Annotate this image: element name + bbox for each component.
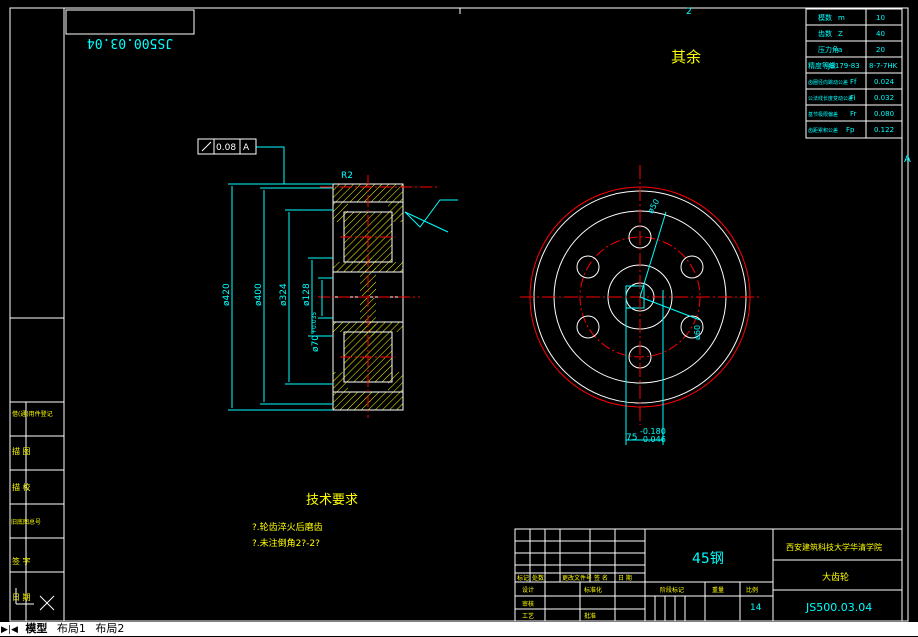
tb-date: 日 期	[618, 574, 632, 582]
tb-mark: 标记	[517, 574, 529, 582]
gear-section-view[interactable]: ø420 ø400 ø324 ø128 ø70 +0.035 R2 0.08 A	[197, 138, 458, 418]
param-value: 0.024	[874, 78, 895, 86]
tech-req-title: 技术要求	[306, 493, 358, 508]
dim-r2: R2	[341, 171, 353, 181]
tb-doc: 更改文件号	[562, 574, 592, 582]
param-label: 模数	[818, 13, 832, 22]
zone-marker-2: 2	[686, 7, 692, 17]
param-symbol: a	[838, 46, 842, 54]
param-label: 压力角	[818, 45, 839, 54]
remaining-roughness-note: 其余	[671, 48, 701, 66]
strip-label: 签 字	[12, 556, 31, 566]
material: 45钢	[692, 551, 724, 567]
geometric-tolerance-frame: 0.08 A	[197, 138, 257, 155]
zone-marker-a: A	[904, 154, 911, 165]
drawing-code: JS500.03.04	[805, 601, 872, 614]
dim-d400: ø400	[254, 283, 264, 306]
dim-d70: ø70	[311, 335, 321, 352]
param-value: 0.032	[874, 94, 894, 102]
gear-parameter-table	[805, 8, 903, 139]
dim-d128: ø128	[302, 283, 312, 306]
code-box-mirrored	[65, 9, 195, 35]
tb-sign: 签 名	[594, 574, 608, 582]
param-label: 基节极限偏差	[808, 111, 838, 118]
tol-datum: A	[243, 143, 250, 153]
runout-arrow-icon	[201, 141, 212, 152]
part-name: 大齿轮	[822, 571, 849, 583]
tb-weight: 重量	[712, 586, 724, 594]
tb-process: 工艺	[522, 612, 534, 620]
tab-layout1[interactable]: 布局1	[54, 622, 89, 636]
tb-ratio: 比例	[746, 586, 758, 594]
tol-value: 0.08	[216, 143, 236, 153]
tb-qty: 处数	[532, 574, 544, 582]
param-value: 40	[876, 30, 885, 38]
tech-req-item: ?.未注倒角2?-2?	[252, 537, 320, 549]
layout-tabs-bar: ▶|◀ 模型 布局1 布局2	[0, 622, 918, 636]
strip-label: 旧底图总号	[11, 518, 41, 526]
param-symbol: Ff	[850, 78, 857, 86]
tb-approve: 批准	[584, 612, 596, 620]
dim-d50: ø50	[646, 197, 661, 215]
strip-label: 日 期	[12, 593, 31, 602]
param-value: 10	[876, 14, 885, 22]
param-label: 公法线长度变动公差	[808, 95, 853, 102]
param-value: 0.080	[874, 110, 894, 118]
dim-d60: ø60	[693, 325, 702, 340]
tech-req-item: ?.轮齿淬火后磨齿	[252, 521, 323, 533]
strip-label: 描 校	[12, 482, 31, 492]
dim-key-width: 75	[626, 433, 637, 443]
tb-design: 设计	[522, 586, 534, 594]
dim-d420: ø420	[222, 283, 232, 306]
sheet-count: 14	[750, 603, 762, 613]
tab-model[interactable]: 模型	[22, 622, 50, 636]
drawing-code-mirrored: JS500.03.04	[87, 35, 173, 50]
param-symbol: Z	[838, 30, 843, 38]
dim-d70-tol: +0.035	[311, 312, 318, 334]
param-symbol: Fp	[846, 126, 855, 134]
param-value: 20	[876, 46, 885, 54]
param-symbol: Fi	[850, 94, 856, 102]
left-revision-strip	[9, 401, 65, 622]
tab-layout2[interactable]: 布局2	[92, 622, 127, 636]
param-value: 8-7-7HK	[869, 62, 898, 70]
tb-stage: 阶段标记	[660, 586, 684, 594]
param-label: 齿距累积公差	[808, 127, 838, 134]
strip-label: 描 图	[12, 446, 31, 456]
param-symbol: Fr	[850, 110, 857, 118]
dim-d324: ø324	[279, 283, 289, 306]
tb-review: 审核	[522, 600, 534, 608]
param-label: 齿数	[818, 29, 832, 38]
param-value: 0.122	[874, 126, 894, 134]
strip-label: 借(通)用件登记	[12, 410, 53, 418]
gear-front-view[interactable]: ø50 ø60 75 -0.180 -0.046	[520, 165, 760, 445]
school-name: 西安建筑科技大学华清学院	[786, 542, 882, 552]
tb-std: 标准化	[584, 586, 602, 594]
tab-nav-arrows[interactable]: ▶|◀	[0, 623, 19, 637]
param-symbol: m	[838, 14, 845, 22]
param-label: 齿圈径向跳动公差	[808, 79, 848, 86]
dim-key-tol-b: -0.046	[640, 435, 666, 444]
drawing-canvas[interactable]: JS500.03.04 2 A 其余 模数 m 10 齿数 Z 40 压力角 a…	[0, 0, 918, 636]
param-symbol: JB179-83	[827, 62, 860, 70]
